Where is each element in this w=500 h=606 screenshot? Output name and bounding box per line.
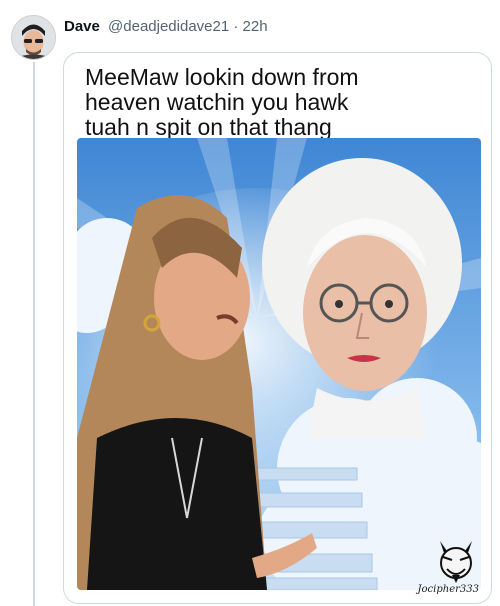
tweet-header: Dave @deadjedidave21 · 22h	[64, 17, 268, 37]
meme-image[interactable]	[77, 138, 481, 590]
quoted-meme-card[interactable]: MeeMaw lookin down from heaven watchin y…	[63, 52, 492, 604]
meme-caption: MeeMaw lookin down from heaven watchin y…	[85, 64, 359, 140]
avatar-image	[12, 16, 55, 59]
timestamp[interactable]: 22h	[243, 18, 268, 35]
devil-watermark-icon	[436, 539, 476, 585]
author-avatar[interactable]	[11, 15, 56, 60]
author-name[interactable]: Dave	[64, 18, 100, 35]
author-handle[interactable]: @deadjedidave21	[108, 18, 229, 35]
watermark-text: Jocipher333	[417, 584, 479, 595]
thread-line	[33, 62, 35, 606]
separator-dot: ·	[233, 18, 239, 35]
